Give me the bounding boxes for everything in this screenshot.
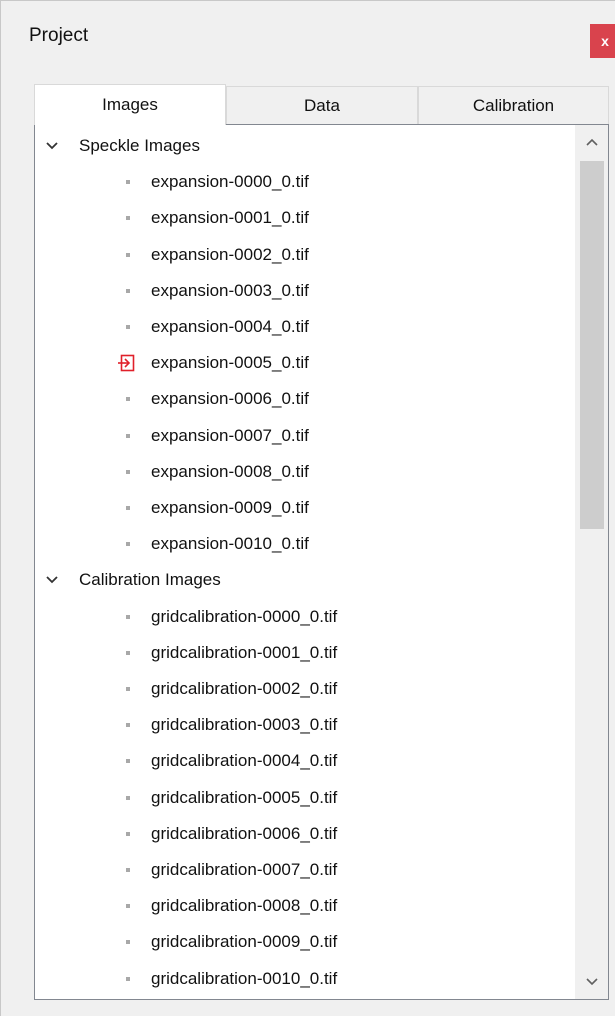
tree-item[interactable]: expansion-0008_0.tif: [35, 454, 575, 490]
tab-bar: Images Data Calibration: [34, 84, 609, 125]
tree-item-label: gridcalibration-0007_0.tif: [151, 860, 338, 879]
bullet-icon: [126, 976, 130, 981]
tree-item[interactable]: gridcalibration-0007_0.tif: [35, 852, 575, 888]
tree-item-label: expansion-0007_0.tif: [151, 425, 309, 445]
tree-item-label: gridcalibration-0000_0.tif: [151, 606, 338, 626]
bullet-icon: [126, 795, 130, 800]
chevron-up-icon: [586, 138, 598, 146]
tree-item-label: gridcalibration-0009_0.tif: [151, 932, 338, 952]
bullet-icon: [126, 469, 130, 474]
tree-item[interactable]: gridcalibration-0004_0.tif: [35, 743, 575, 779]
tree-item-label: gridcalibration-0008_0.tif: [151, 896, 338, 916]
bullet-icon: [126, 759, 130, 764]
tree-item-label: expansion-0008_0.tif: [151, 461, 309, 481]
tree-group-label: Speckle Images: [79, 136, 200, 155]
tree-item[interactable]: gridcalibration-0008_0.tif: [35, 888, 575, 924]
chevron-down-icon: [586, 978, 598, 986]
bullet-icon: [126, 542, 130, 547]
tree-group-row[interactable]: Speckle Images: [35, 128, 575, 164]
scroll-up-button[interactable]: [575, 125, 608, 159]
tab-label: Data: [304, 95, 340, 115]
tree-item[interactable]: expansion-0000_0.tif: [35, 164, 575, 200]
bullet-icon: [126, 687, 130, 691]
bullet-icon: [126, 433, 130, 438]
bullet-icon: [126, 216, 130, 221]
tree-item-label: gridcalibration-0004_0.tif: [151, 751, 338, 771]
tree-item[interactable]: expansion-0004_0.tif: [35, 309, 575, 345]
bullet-icon: [126, 397, 130, 402]
tab-label: Calibration: [472, 95, 555, 115]
bullet-icon: [126, 506, 130, 510]
bullet-icon: [126, 723, 130, 728]
tree-item-label: expansion-0004_0.tif: [151, 317, 309, 336]
tab-calibration[interactable]: Calibration: [418, 86, 609, 124]
tree-item-label: expansion-0005_0.tif: [151, 353, 309, 373]
tree-item[interactable]: gridcalibration-0003_0.tif: [35, 707, 575, 743]
bullet-icon: [126, 614, 130, 619]
tree-item[interactable]: expansion-0006_0.tif: [35, 381, 575, 417]
close-icon: x: [601, 33, 609, 49]
tree-item-label: gridcalibration-0005_0.tif: [151, 787, 338, 807]
tree-item-label: gridcalibration-0001_0.tif: [151, 642, 338, 662]
tree-item[interactable]: gridcalibration-0001_0.tif: [35, 635, 575, 671]
tree-item[interactable]: gridcalibration-0010_0.tif: [35, 961, 575, 997]
bullet-icon: [126, 940, 130, 945]
tree-item-label: expansion-0010_0.tif: [151, 534, 309, 554]
tab-label: Images: [102, 95, 158, 114]
tree-item-label: gridcalibration-0006_0.tif: [151, 823, 338, 843]
tree-item-label: expansion-0001_0.tif: [151, 208, 309, 228]
tree-item-label: expansion-0006_0.tif: [151, 389, 309, 409]
bullet-icon: [126, 180, 130, 185]
chevron-down-icon[interactable]: [45, 573, 59, 587]
tree-item[interactable]: expansion-0010_0.tif: [35, 526, 575, 562]
tree-item-label: gridcalibration-0010_0.tif: [151, 968, 338, 988]
project-panel: Project x Images Data Calibration Speckl…: [0, 0, 615, 1016]
bullet-icon: [126, 325, 130, 329]
bullet-icon: [126, 868, 130, 872]
tab-images[interactable]: Images: [34, 84, 226, 125]
current-image-arrow-icon: [118, 354, 135, 372]
chevron-down-icon[interactable]: [45, 139, 59, 153]
vertical-scrollbar[interactable]: [575, 125, 608, 999]
bullet-icon: [126, 831, 130, 836]
tree-group-row[interactable]: Calibration Images: [35, 562, 575, 598]
tree-item[interactable]: gridcalibration-0005_0.tif: [35, 780, 575, 816]
bullet-icon: [126, 252, 130, 257]
close-button[interactable]: x: [590, 24, 615, 58]
tree-item[interactable]: expansion-0009_0.tif: [35, 490, 575, 526]
tab-data[interactable]: Data: [226, 86, 418, 124]
tree-item[interactable]: expansion-0005_0.tif: [35, 345, 575, 381]
tree-item[interactable]: expansion-0002_0.tif: [35, 237, 575, 273]
tree-item-label: expansion-0002_0.tif: [151, 244, 309, 264]
tree-item[interactable]: gridcalibration-0006_0.tif: [35, 816, 575, 852]
tree-item-label: expansion-0003_0.tif: [151, 280, 309, 300]
tree-item[interactable]: gridcalibration-0000_0.tif: [35, 599, 575, 635]
tree-item[interactable]: expansion-0001_0.tif: [35, 200, 575, 236]
tree-item-label: expansion-0009_0.tif: [151, 498, 309, 517]
tree-item[interactable]: gridcalibration-0002_0.tif: [35, 671, 575, 707]
scroll-down-button[interactable]: [575, 965, 608, 999]
tree-item-label: gridcalibration-0003_0.tif: [151, 715, 338, 735]
image-tree[interactable]: Speckle Images expansion-0000_0.tifexpans…: [34, 124, 609, 1000]
tree-item-label: gridcalibration-0002_0.tif: [151, 679, 338, 698]
scrollbar-thumb[interactable]: [580, 161, 604, 529]
tree-item[interactable]: gridcalibration-0009_0.tif: [35, 924, 575, 960]
panel-title: Project: [29, 25, 89, 46]
tree-item[interactable]: expansion-0007_0.tif: [35, 418, 575, 454]
tree-item-label: expansion-0000_0.tif: [151, 172, 309, 192]
bullet-icon: [126, 650, 130, 655]
bullet-icon: [126, 904, 130, 909]
bullet-icon: [126, 288, 130, 293]
tree-item[interactable]: expansion-0003_0.tif: [35, 273, 575, 309]
tree-group-label: Calibration Images: [79, 570, 221, 590]
